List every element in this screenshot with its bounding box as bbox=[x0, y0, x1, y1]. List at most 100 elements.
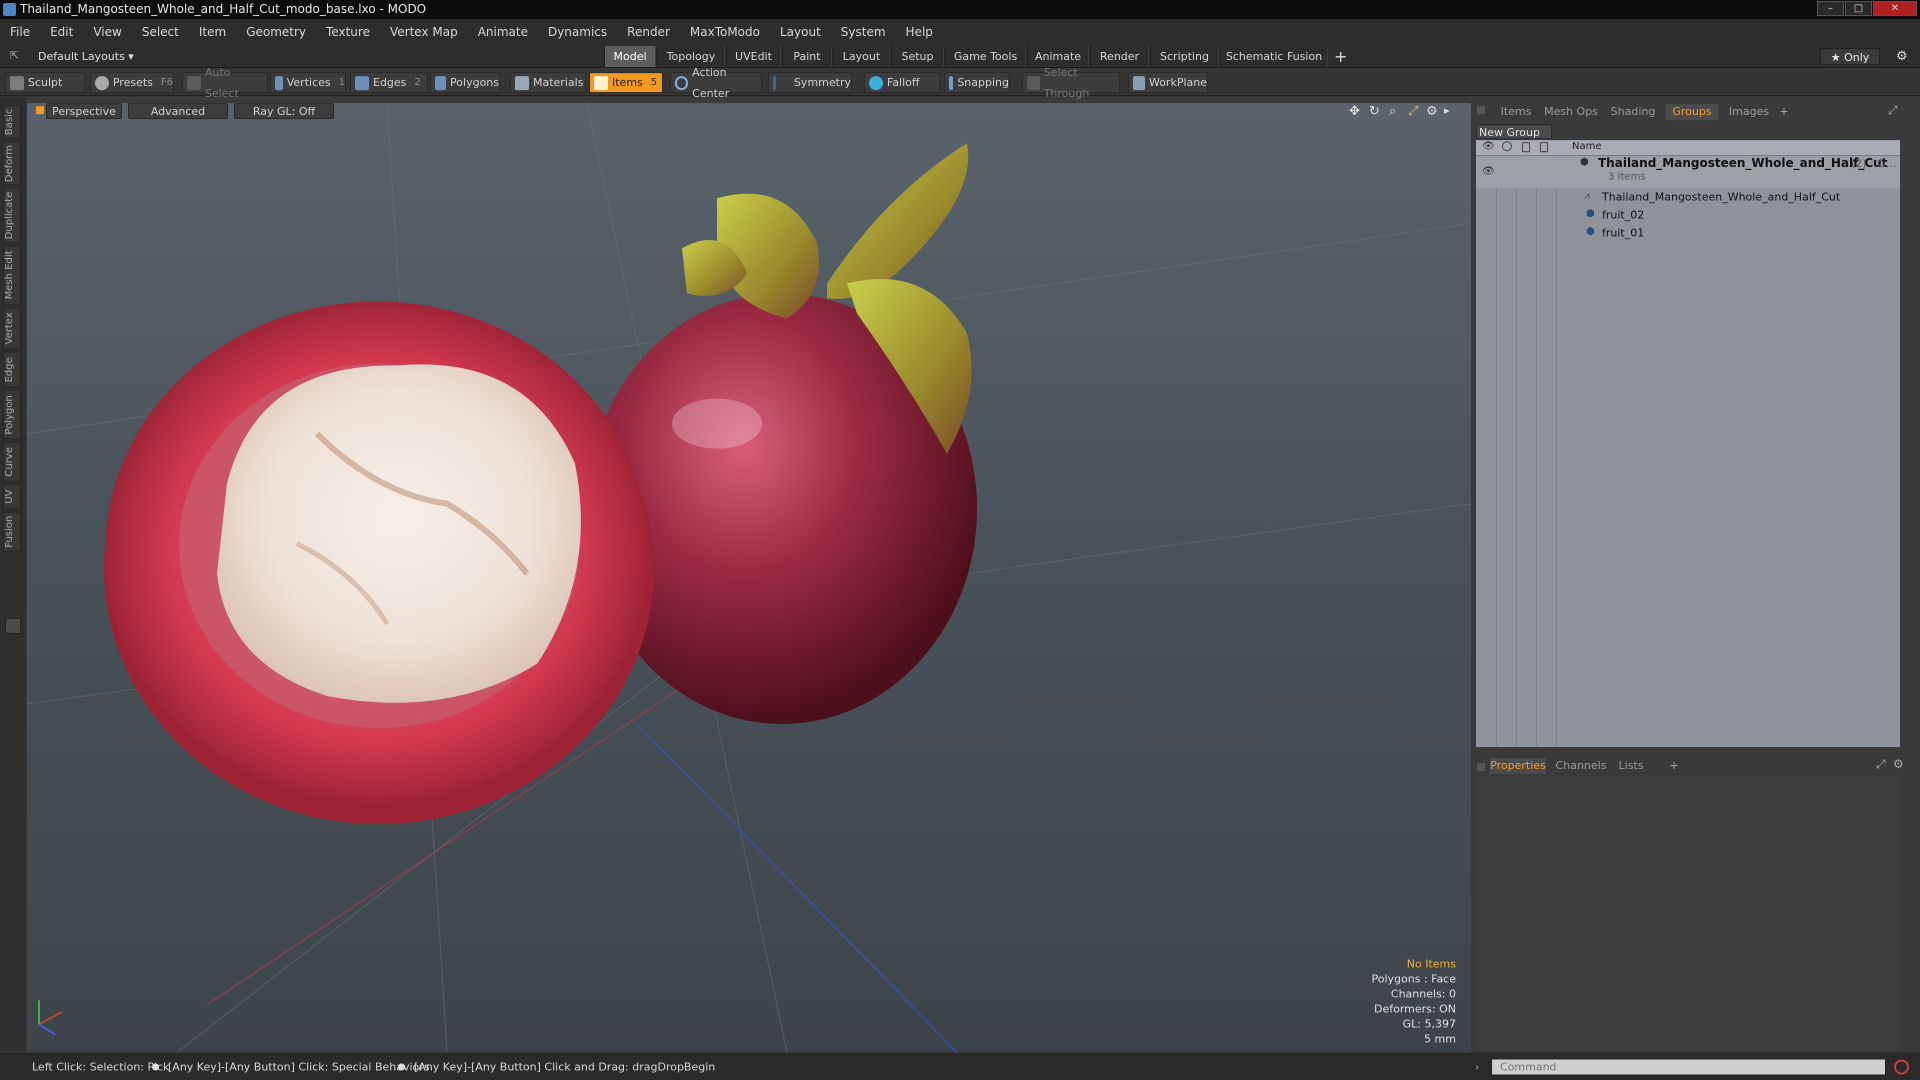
menu-system[interactable]: System bbox=[831, 19, 896, 46]
list-item[interactable]: ⬢ fruit_01 bbox=[1476, 225, 1900, 242]
panel-expand-icon[interactable]: ⤢ bbox=[1888, 103, 1898, 118]
falloff-button[interactable]: Falloff bbox=[864, 72, 940, 94]
presets-button[interactable]: Presets F6 bbox=[90, 72, 174, 94]
add-tab-button[interactable]: + bbox=[1776, 104, 1792, 120]
status-hint-2: [Any Key]-[Any Button] Click: Special Be… bbox=[168, 1060, 430, 1074]
minimize-button[interactable]: – bbox=[1817, 1, 1844, 17]
visibility-toggle-icon[interactable]: 👁 bbox=[1482, 166, 1495, 177]
collapse-icon[interactable]: ⇱ bbox=[10, 49, 22, 63]
rotate-icon[interactable]: ↻ bbox=[1369, 104, 1380, 119]
tab-fusion[interactable]: Fusion bbox=[3, 511, 21, 552]
pan-icon[interactable]: ✥ bbox=[1349, 104, 1360, 119]
add-bottom-tab-button[interactable]: + bbox=[1666, 758, 1682, 774]
lock-icon bbox=[1522, 142, 1530, 153]
add-layout-button[interactable]: + bbox=[1334, 46, 1347, 67]
menu-item[interactable]: Item bbox=[189, 19, 236, 46]
menu-texture[interactable]: Texture bbox=[316, 19, 380, 46]
tab-duplicate[interactable]: Duplicate bbox=[3, 187, 21, 244]
tab-model[interactable]: Model bbox=[604, 46, 656, 68]
viewport-menu-icon[interactable] bbox=[36, 106, 44, 115]
tab-curve[interactable]: Curve bbox=[3, 441, 21, 482]
layout-preset-dropdown[interactable]: Default Layouts ▾ bbox=[38, 46, 134, 67]
select-through-button[interactable]: Select Through bbox=[1022, 66, 1120, 100]
list-item[interactable]: ⩘ Thailand_Mangosteen_Whole_and_Half_Cut bbox=[1476, 189, 1900, 206]
tab-shading[interactable]: Shading bbox=[1606, 104, 1660, 120]
groups-list: 👁 Name 👁 ⬢ Thailand_Mangosteen_Whole_and… bbox=[1476, 140, 1900, 748]
tab-game-tools[interactable]: Game Tools bbox=[945, 46, 1026, 68]
menu-animate[interactable]: Animate bbox=[468, 19, 538, 46]
raygl-toggle[interactable]: Ray GL: Off bbox=[234, 103, 334, 120]
tab-schematic-fusion[interactable]: Schematic Fusion bbox=[1220, 46, 1328, 68]
polygons-button[interactable]: Polygons bbox=[430, 72, 500, 94]
tab-uv[interactable]: UV bbox=[3, 483, 21, 510]
tab-vertex[interactable]: Vertex bbox=[3, 307, 21, 350]
workplane-button[interactable]: WorkPlane bbox=[1128, 72, 1208, 94]
tab-images[interactable]: Images bbox=[1724, 104, 1774, 120]
tab-paint[interactable]: Paint bbox=[782, 46, 832, 68]
tab-items[interactable]: Items bbox=[1496, 104, 1536, 120]
tab-groups[interactable]: Groups bbox=[1666, 104, 1718, 121]
close-button[interactable]: ✕ bbox=[1873, 1, 1917, 17]
tab-mesh-edit[interactable]: Mesh Edit bbox=[3, 245, 21, 306]
zoom-icon[interactable]: ⌕ bbox=[1389, 104, 1396, 119]
menu-help[interactable]: Help bbox=[896, 19, 943, 46]
tab-channels[interactable]: Channels bbox=[1554, 758, 1608, 774]
materials-button[interactable]: Materials bbox=[510, 72, 586, 94]
maximize-button[interactable]: □ bbox=[1845, 1, 1872, 17]
menu-select[interactable]: Select bbox=[132, 19, 189, 46]
action-center-button[interactable]: Action Center bbox=[670, 66, 762, 100]
only-toggle[interactable]: ★ Only bbox=[1820, 48, 1880, 66]
fit-icon[interactable]: ⤢ bbox=[1408, 104, 1418, 119]
tab-polygon[interactable]: Polygon bbox=[3, 389, 21, 440]
group-row[interactable]: 👁 ⬢ Thailand_Mangosteen_Whole_and_Half_C… bbox=[1476, 156, 1900, 189]
tab-basic[interactable]: Basic bbox=[3, 105, 21, 140]
menu-edit[interactable]: Edit bbox=[40, 19, 83, 46]
command-stop-icon[interactable] bbox=[1894, 1059, 1909, 1075]
view-mode-dropdown[interactable]: Perspective bbox=[46, 103, 122, 120]
3d-viewport[interactable] bbox=[27, 103, 1471, 1053]
symmetry-button[interactable]: Symmetry bbox=[768, 72, 852, 94]
tab-properties[interactable]: Properties bbox=[1490, 758, 1546, 775]
tab-layout[interactable]: Layout bbox=[833, 46, 890, 68]
mesh-item-icon: ⬢ bbox=[1586, 208, 1595, 220]
menu-view[interactable]: View bbox=[83, 19, 131, 46]
edges-button[interactable]: Edges 2 bbox=[350, 72, 428, 94]
tab-mesh-ops[interactable]: Mesh Ops bbox=[1542, 104, 1600, 120]
bottom-panel-expand-icon[interactable]: ⤢ bbox=[1876, 757, 1886, 772]
menu-file[interactable]: File bbox=[0, 19, 40, 46]
snapping-button[interactable]: Snapping bbox=[944, 72, 1010, 94]
tab-edge[interactable]: Edge bbox=[3, 351, 21, 388]
tab-scripting[interactable]: Scripting bbox=[1150, 46, 1219, 68]
menu-layout[interactable]: Layout bbox=[770, 19, 831, 46]
tab-deform[interactable]: Deform bbox=[3, 141, 21, 186]
menu-dynamics[interactable]: Dynamics bbox=[538, 19, 617, 46]
edges-icon bbox=[355, 75, 369, 90]
command-input[interactable] bbox=[1491, 1058, 1886, 1076]
bottom-panel-gear-icon[interactable]: ⚙ bbox=[1893, 757, 1904, 771]
command-arrow-icon: › bbox=[1475, 1060, 1480, 1074]
new-group-button[interactable]: New Group bbox=[1476, 124, 1552, 140]
tab-lists[interactable]: Lists bbox=[1614, 758, 1648, 774]
tab-setup[interactable]: Setup bbox=[891, 46, 944, 68]
shading-dropdown[interactable]: Advanced bbox=[128, 103, 228, 120]
mesh-icon: ⩘ bbox=[1584, 190, 1590, 202]
vertices-icon bbox=[275, 75, 283, 90]
gear-icon[interactable]: ⚙ bbox=[1896, 46, 1908, 67]
items-button[interactable]: Items 5 bbox=[589, 72, 663, 94]
menu-vertex-map[interactable]: Vertex Map bbox=[380, 19, 468, 46]
menu-render[interactable]: Render bbox=[617, 19, 680, 46]
list-item[interactable]: ⬢ fruit_02 bbox=[1476, 207, 1900, 224]
menu-maxtomodo[interactable]: MaxToModo bbox=[680, 19, 770, 46]
render-icon bbox=[1502, 141, 1512, 152]
panel-toggle-button[interactable] bbox=[5, 617, 21, 634]
bottom-panel-menu-icon[interactable] bbox=[1477, 763, 1485, 772]
viewport-expand-icon[interactable]: ▸ bbox=[1444, 104, 1450, 117]
separator-dot bbox=[152, 1063, 159, 1071]
viewport-settings-icon[interactable]: ⚙ bbox=[1426, 104, 1438, 119]
polygons-icon bbox=[435, 75, 447, 90]
panel-menu-icon[interactable] bbox=[1477, 106, 1485, 115]
menu-geometry[interactable]: Geometry bbox=[236, 19, 316, 46]
vertices-button[interactable]: Vertices 1 bbox=[270, 72, 346, 94]
auto-select-button[interactable]: Auto Select bbox=[182, 66, 268, 100]
sculpt-button[interactable]: Sculpt bbox=[5, 72, 85, 94]
